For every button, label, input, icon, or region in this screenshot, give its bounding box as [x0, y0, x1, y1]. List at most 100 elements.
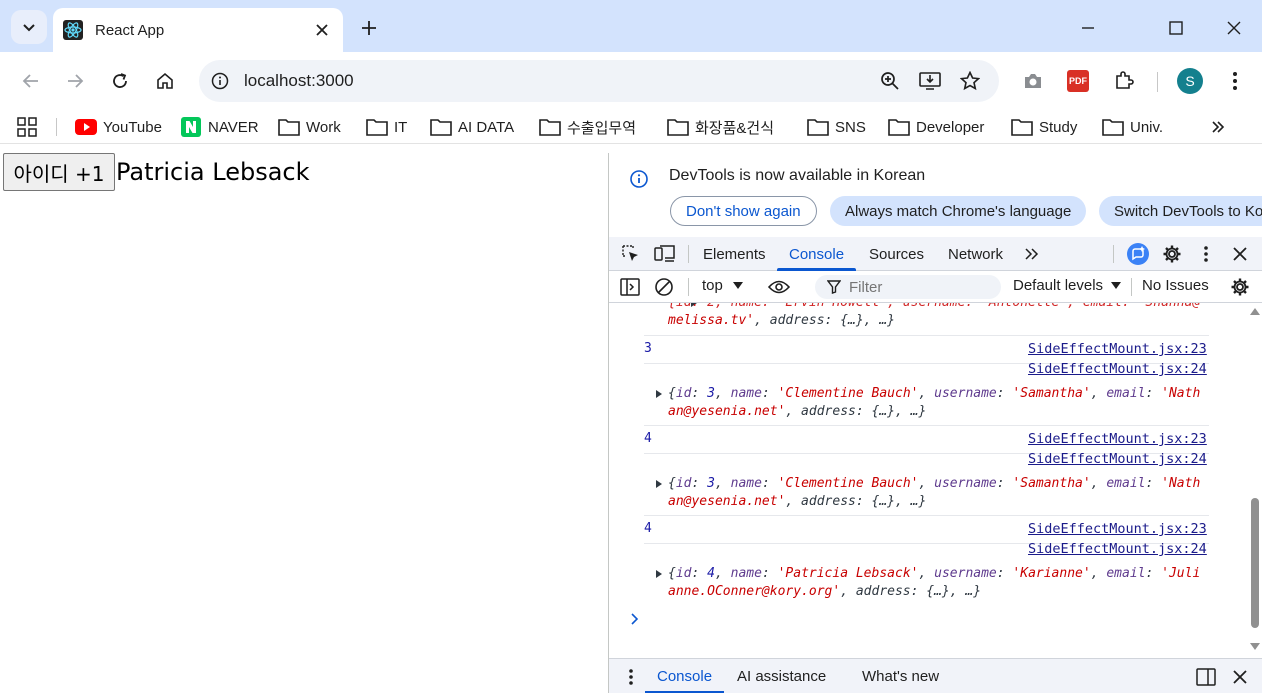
settings-button[interactable]	[1160, 242, 1184, 266]
install-app-button[interactable]	[917, 68, 943, 94]
apps-grid-icon[interactable]	[16, 116, 38, 138]
tab-console[interactable]: Console	[776, 237, 857, 271]
bookmark-label: Univ.	[1130, 118, 1164, 136]
inspect-element-button[interactable]	[619, 242, 643, 266]
console-object[interactable]: {id: 3, name: 'Clementine Bauch', userna…	[668, 475, 1213, 493]
zoom-button[interactable]	[877, 68, 903, 94]
scrollbar-thumb[interactable]	[1251, 498, 1259, 628]
kebab-menu-icon	[1204, 246, 1208, 262]
switch-devtools-language-button[interactable]: Switch DevTools to Ko	[1099, 196, 1262, 226]
pdf-extension[interactable]: PDF	[1063, 66, 1093, 96]
filter-icon	[827, 280, 841, 294]
tab-elements[interactable]: Elements	[703, 237, 766, 271]
more-tabs-button[interactable]	[1020, 242, 1044, 266]
console-settings-button[interactable]	[1229, 276, 1251, 298]
bookmark-sns[interactable]: SNS	[807, 115, 866, 139]
console-object[interactable]: {id: 2, name: 'Ervin Howell', username: …	[668, 303, 1213, 312]
drawer-tab-console[interactable]: Console	[644, 659, 725, 693]
expand-triangle-icon[interactable]	[654, 569, 664, 579]
bookmark-work[interactable]: Work	[278, 115, 341, 139]
console-object[interactable]: {id: 4, name: 'Patricia Lebsack', userna…	[668, 565, 1213, 583]
filter-input[interactable]	[849, 278, 989, 296]
address-bar[interactable]: localhost:3000	[199, 60, 999, 102]
tab-search-button[interactable]	[11, 10, 47, 44]
dont-show-again-button[interactable]: Don't show again	[670, 196, 817, 226]
log-levels-dropdown[interactable]: Default levels	[1013, 277, 1122, 294]
device-toolbar-button[interactable]	[653, 242, 677, 266]
bookmark-developer[interactable]: Developer	[888, 115, 984, 139]
source-link[interactable]: SideEffectMount.jsx:23	[1028, 521, 1207, 537]
kebab-menu-icon	[629, 669, 633, 685]
bookmark-star-button[interactable]	[957, 68, 983, 94]
source-link[interactable]: SideEffectMount.jsx:23	[1028, 431, 1207, 447]
logged-number: 4	[644, 521, 652, 536]
console-object[interactable]: {id: 3, name: 'Clementine Bauch', userna…	[668, 385, 1213, 403]
drawer-tab-ai-assistance[interactable]: AI assistance	[737, 659, 826, 693]
forward-button[interactable]	[59, 65, 91, 97]
bookmark-trade[interactable]: 수출입무역	[539, 115, 636, 139]
context-selector[interactable]: top	[702, 277, 743, 294]
tab-sources[interactable]: Sources	[869, 237, 924, 271]
console-object-line[interactable]: an@yesenia.net', address: {…}, …}	[668, 493, 1213, 511]
source-link[interactable]: SideEffectMount.jsx:23	[1028, 341, 1207, 357]
folder-icon	[1102, 117, 1124, 137]
console-message: 4 SideEffectMount.jsx:23	[644, 516, 1209, 544]
close-devtools-button[interactable]	[1228, 242, 1252, 266]
console-object-line[interactable]: melissa.tv', address: {…}, …}	[668, 312, 1213, 330]
bookmark-it[interactable]: IT	[366, 115, 407, 139]
maximize-button[interactable]	[1160, 12, 1192, 44]
console-message: 3 SideEffectMount.jsx:23	[644, 336, 1209, 364]
context-label: top	[702, 277, 723, 294]
drawer-menu-button[interactable]	[619, 665, 643, 689]
object-rest: , address: {…}, …}	[754, 313, 895, 328]
console-filter-box[interactable]	[815, 275, 1001, 299]
bookmark-youtube[interactable]: YouTube	[75, 115, 162, 139]
devtools-menu-button[interactable]	[1194, 242, 1218, 266]
new-tab-button[interactable]	[356, 15, 382, 41]
url-text[interactable]: localhost:3000	[244, 71, 354, 91]
source-link[interactable]: SideEffectMount.jsx:24	[1028, 541, 1207, 557]
device-toggle-icon	[654, 245, 675, 262]
home-button[interactable]	[149, 65, 181, 97]
infobar-message: DevTools is now available in Korean	[669, 167, 926, 184]
tab-network[interactable]: Network	[948, 237, 1003, 271]
minimize-button[interactable]	[1072, 12, 1104, 44]
site-info-button[interactable]	[207, 68, 233, 94]
back-button[interactable]	[15, 65, 47, 97]
close-icon	[1233, 670, 1247, 684]
source-link[interactable]: SideEffectMount.jsx:24	[1028, 451, 1207, 467]
screenshot-extension[interactable]	[1018, 66, 1048, 96]
live-expression-button[interactable]	[768, 276, 790, 298]
chrome-menu-button[interactable]	[1220, 66, 1250, 96]
issues-counter[interactable]: No Issues	[1142, 277, 1209, 294]
browser-tab[interactable]: React App	[53, 8, 343, 52]
bookmark-cosmetics[interactable]: 화장품&건식	[667, 115, 774, 139]
more-bookmarks-button[interactable]	[1207, 116, 1229, 138]
ai-assistance-button[interactable]	[1126, 242, 1150, 266]
expand-triangle-icon[interactable]	[654, 479, 664, 489]
bookmark-study[interactable]: Study	[1011, 115, 1077, 139]
console-object-line[interactable]: anne.OConner@kory.org', address: {…}, …}	[668, 583, 1213, 601]
scroll-up-icon[interactable]	[1250, 307, 1260, 315]
clear-console-button[interactable]	[653, 276, 675, 298]
bookmark-naver[interactable]: NAVER	[180, 115, 259, 139]
profile-button[interactable]: S	[1175, 66, 1205, 96]
dock-side-button[interactable]	[1194, 665, 1218, 689]
source-link[interactable]: SideEffectMount.jsx:24	[1028, 361, 1207, 377]
drawer-tab-whats-new[interactable]: What's new	[862, 659, 939, 693]
console-object-line[interactable]: an@yesenia.net', address: {…}, …}	[668, 403, 1213, 421]
bookmark-univ[interactable]: Univ.	[1102, 115, 1163, 139]
console-scrollbar[interactable]	[1247, 303, 1262, 658]
reload-button[interactable]	[104, 65, 136, 97]
tab-close-button[interactable]	[311, 19, 333, 41]
bookmark-ai-data[interactable]: AI DATA	[430, 115, 514, 139]
close-window-button[interactable]	[1218, 12, 1250, 44]
increment-id-button[interactable]: 아이디 +1	[3, 153, 115, 191]
show-sidebar-button[interactable]	[619, 276, 641, 298]
expand-triangle-icon[interactable]	[654, 389, 664, 399]
extensions-button[interactable]	[1109, 66, 1139, 96]
console-prompt-icon[interactable]	[629, 613, 641, 625]
always-match-language-button[interactable]: Always match Chrome's language	[830, 196, 1087, 226]
scroll-down-icon[interactable]	[1250, 643, 1260, 651]
close-drawer-button[interactable]	[1228, 665, 1252, 689]
